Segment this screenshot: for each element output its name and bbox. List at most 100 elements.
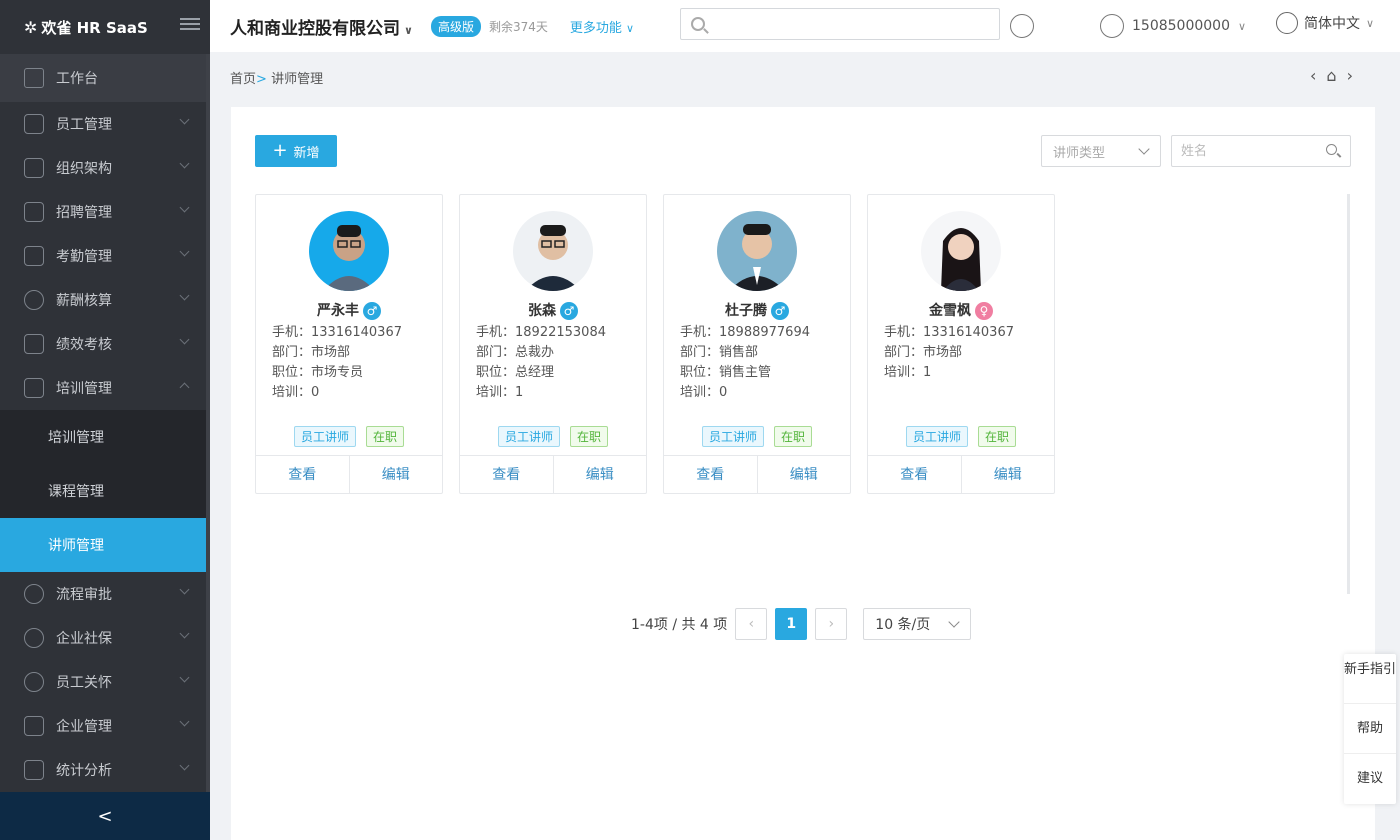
floating-helper: 新手指引 帮助 建议 bbox=[1344, 654, 1396, 804]
chevron-down-icon: ∨ bbox=[404, 23, 413, 37]
lecturer-type-select[interactable]: 讲师类型 bbox=[1041, 135, 1161, 167]
sidebar-subitem-lecturer[interactable]: 讲师管理 bbox=[0, 518, 210, 572]
sidebar-item-performance[interactable]: 绩效考核 bbox=[0, 322, 210, 366]
view-button[interactable]: 查看 bbox=[256, 456, 349, 493]
type-tag: 员工讲师 bbox=[293, 426, 356, 447]
sidebar-item-training[interactable]: 培训管理 bbox=[0, 366, 210, 410]
yen-icon bbox=[24, 290, 44, 310]
global-search-input[interactable] bbox=[680, 8, 1000, 40]
sidebar-collapse-button[interactable]: < bbox=[0, 792, 210, 840]
sidebar-item-label: 员工关怀 bbox=[56, 675, 112, 691]
sidebar-item-attendance[interactable]: 考勤管理 bbox=[0, 234, 210, 278]
sidebar-item-recruit[interactable]: 招聘管理 bbox=[0, 190, 210, 234]
sidebar-item-label: 流程审批 bbox=[56, 587, 112, 603]
language-switcher[interactable]: 简体中文 ∨ bbox=[1276, 12, 1374, 34]
logo-icon: ✲ bbox=[24, 17, 38, 37]
search-icon[interactable] bbox=[1326, 144, 1337, 155]
sidebar-item-approval[interactable]: 流程审批 bbox=[0, 572, 210, 616]
info-training: 培训：0 bbox=[272, 385, 320, 400]
sidebar-submenu-training: 培训管理 课程管理 讲师管理 bbox=[0, 410, 210, 572]
chevron-down-icon bbox=[1138, 143, 1150, 155]
name-text: 严永丰 bbox=[317, 303, 359, 319]
more-features-menu[interactable]: 更多功能 ∨ bbox=[570, 17, 634, 36]
page-button-current[interactable]: 1 bbox=[775, 608, 808, 640]
next-page-button[interactable]: › bbox=[815, 608, 848, 640]
user-icon bbox=[1100, 14, 1124, 38]
help-button[interactable]: 帮助 bbox=[1344, 704, 1396, 754]
sidebar-item-care[interactable]: 员工关怀 bbox=[0, 660, 210, 704]
chevron-down-icon bbox=[179, 716, 190, 727]
bell-icon[interactable] bbox=[1010, 14, 1034, 38]
sidebar-item-analytics[interactable]: 统计分析 bbox=[0, 748, 210, 792]
type-tag: 员工讲师 bbox=[497, 426, 560, 447]
male-icon: ♂ bbox=[771, 302, 789, 320]
globe-icon bbox=[1276, 12, 1298, 34]
sidebar-item-insurance[interactable]: 企业社保 bbox=[0, 616, 210, 660]
company-switcher[interactable]: 人和商业控股有限公司 ∨ bbox=[230, 14, 413, 39]
edit-button[interactable]: 编辑 bbox=[552, 456, 647, 493]
edit-button[interactable]: 编辑 bbox=[756, 456, 851, 493]
type-tag: 员工讲师 bbox=[701, 426, 764, 447]
lock-icon bbox=[24, 716, 44, 736]
sidebar-item-employee[interactable]: 员工管理 bbox=[0, 102, 210, 146]
avatar bbox=[309, 211, 389, 291]
main-panel: + 新增 讲师类型 严永丰♂ 手机：13316140367 部门：市场部 职位：… bbox=[231, 107, 1375, 840]
top-bar: 人和商业控股有限公司 ∨ 高级版 剩余374天 更多功能 ∨ 1508500000… bbox=[210, 0, 1400, 52]
info-phone: 手机：13316140367 bbox=[884, 325, 1014, 340]
content-scrollbar[interactable] bbox=[1347, 194, 1350, 594]
suggest-button[interactable]: 建议 bbox=[1344, 754, 1396, 804]
edit-button[interactable]: 编辑 bbox=[960, 456, 1055, 493]
chevron-down-icon bbox=[179, 334, 190, 345]
info-phone: 手机：18922153084 bbox=[476, 325, 606, 340]
chevron-down-icon bbox=[179, 114, 190, 125]
page-size-select[interactable]: 10 条/页 bbox=[863, 608, 972, 640]
card-actions: 查看 编辑 bbox=[256, 455, 442, 493]
avatar bbox=[921, 211, 1001, 291]
sidebar-item-label: 绩效考核 bbox=[56, 337, 112, 353]
info-training: 培训：1 bbox=[476, 385, 524, 400]
sidebar-subitem-training[interactable]: 培训管理 bbox=[0, 410, 210, 464]
view-button[interactable]: 查看 bbox=[664, 456, 757, 493]
lecturer-tags: 员工讲师 在职 bbox=[868, 426, 1054, 447]
breadcrumb-home[interactable]: 首页 bbox=[230, 72, 256, 87]
lecturer-name: 金雪枫 ♀ bbox=[868, 300, 1054, 320]
back-icon[interactable]: ‹ bbox=[1310, 66, 1316, 85]
chevron-down-icon bbox=[179, 202, 190, 213]
sidebar-item-label: 统计分析 bbox=[56, 763, 112, 779]
lecturer-card: 严永丰 ♂ 手机：13316140367 部门：市场部 职位：市场专员 培训：0 … bbox=[255, 194, 443, 494]
guide-button[interactable]: 新手指引 bbox=[1344, 654, 1396, 704]
sidebar-scrollbar[interactable] bbox=[206, 54, 210, 794]
edit-button[interactable]: 编辑 bbox=[348, 456, 443, 493]
forward-icon[interactable]: › bbox=[1347, 66, 1353, 85]
user-menu[interactable]: 15085000000 ∨ bbox=[1100, 14, 1246, 38]
sidebar-item-org[interactable]: 组织架构 bbox=[0, 146, 210, 190]
name-search-input[interactable] bbox=[1171, 135, 1351, 167]
search-icon bbox=[691, 17, 705, 31]
sidebar-item-label: 企业管理 bbox=[56, 719, 112, 735]
lecturer-info: 手机：18988977694 部门：销售部 职位：销售主管 培训：0 bbox=[680, 323, 810, 403]
workbench-icon bbox=[24, 68, 44, 88]
info-dept: 部门：市场部 bbox=[272, 345, 351, 360]
prev-page-button[interactable]: ‹ bbox=[735, 608, 768, 640]
menu-toggle-icon[interactable] bbox=[180, 15, 200, 35]
sidebar-item-label: 企业社保 bbox=[56, 631, 112, 647]
plus-icon: + bbox=[272, 140, 288, 161]
sidebar-item-salary[interactable]: 薪酬核算 bbox=[0, 278, 210, 322]
chevron-down-icon bbox=[179, 672, 190, 683]
breadcrumb-separator: > bbox=[256, 72, 267, 87]
view-button[interactable]: 查看 bbox=[868, 456, 961, 493]
info-position: 职位：市场专员 bbox=[272, 365, 364, 380]
view-button[interactable]: 查看 bbox=[460, 456, 553, 493]
sidebar-item-workbench[interactable]: 工作台 bbox=[0, 54, 210, 102]
brand-logo[interactable]: ✲ 欢雀 HR SaaS bbox=[0, 0, 210, 54]
add-lecturer-button[interactable]: + 新增 bbox=[255, 135, 337, 167]
sidebar-item-enterprise[interactable]: 企业管理 bbox=[0, 704, 210, 748]
sidebar-item-label: 考勤管理 bbox=[56, 249, 112, 265]
home-icon[interactable]: ⌂ bbox=[1326, 66, 1336, 85]
care-icon bbox=[24, 672, 44, 692]
lecturer-cards: 严永丰 ♂ 手机：13316140367 部门：市场部 职位：市场专员 培训：0 … bbox=[255, 194, 1055, 494]
flow-icon bbox=[24, 584, 44, 604]
info-dept: 部门：市场部 bbox=[884, 345, 963, 360]
sidebar-subitem-course[interactable]: 课程管理 bbox=[0, 464, 210, 518]
chevron-down-icon: ∨ bbox=[1366, 16, 1375, 30]
